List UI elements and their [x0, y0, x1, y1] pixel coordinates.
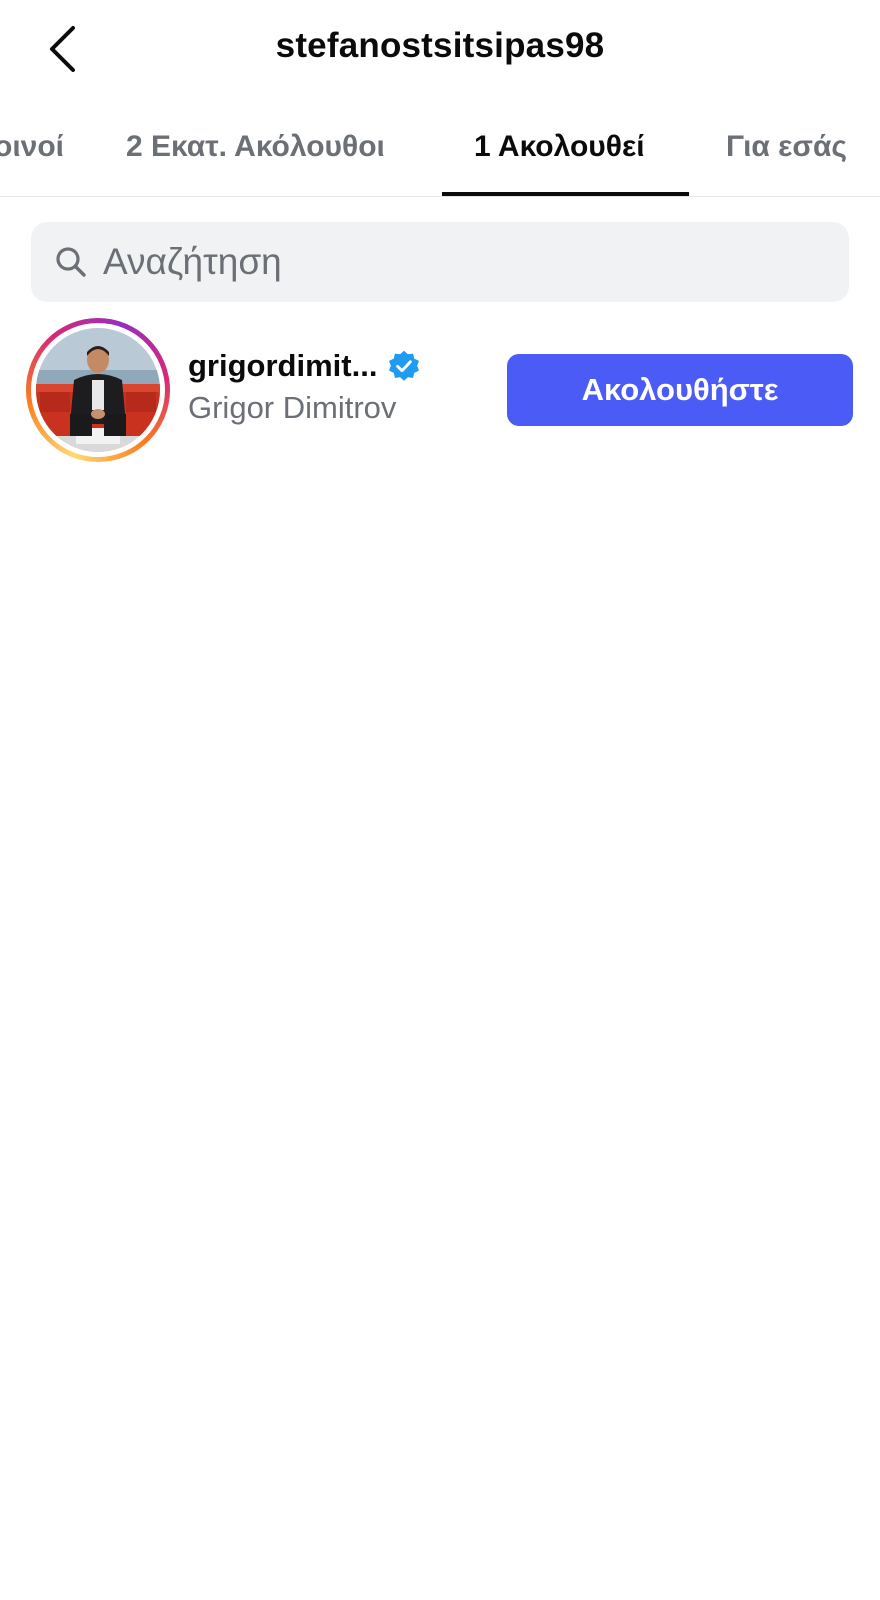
- active-tab-indicator: [442, 192, 689, 196]
- full-name: Grigor Dimitrov: [188, 390, 397, 425]
- tab-mutual[interactable]: οινοί: [0, 130, 64, 164]
- tab-following[interactable]: 1 Ακολουθεί: [474, 130, 645, 164]
- tab-followers[interactable]: 2 Εκατ. Ακόλουθοι: [126, 130, 385, 164]
- story-ring[interactable]: [26, 318, 170, 462]
- search-bar[interactable]: [31, 222, 849, 302]
- profile-username-title: stefanostsitsipas98: [275, 26, 605, 65]
- username[interactable]: grigordimit...: [188, 348, 377, 384]
- username-line[interactable]: grigordimit...: [188, 348, 421, 384]
- tab-bar: οινοί 2 Εκατ. Ακόλουθοι 1 Ακολουθεί Για …: [0, 110, 880, 197]
- verified-badge-icon: [389, 350, 420, 381]
- avatar[interactable]: [36, 328, 160, 452]
- search-input[interactable]: [103, 241, 803, 283]
- search-icon: [53, 244, 89, 280]
- user-info: grigordimit... Grigor Dimitrov: [188, 348, 421, 426]
- tab-for-you[interactable]: Για εσάς: [726, 130, 847, 164]
- avatar-frame: [31, 323, 165, 457]
- top-bar: stefanostsitsipas98: [0, 0, 880, 100]
- follow-button[interactable]: Ακολουθήστε: [507, 354, 853, 426]
- list-item[interactable]: grigordimit... Grigor Dimitrov Ακολουθήσ…: [0, 318, 880, 464]
